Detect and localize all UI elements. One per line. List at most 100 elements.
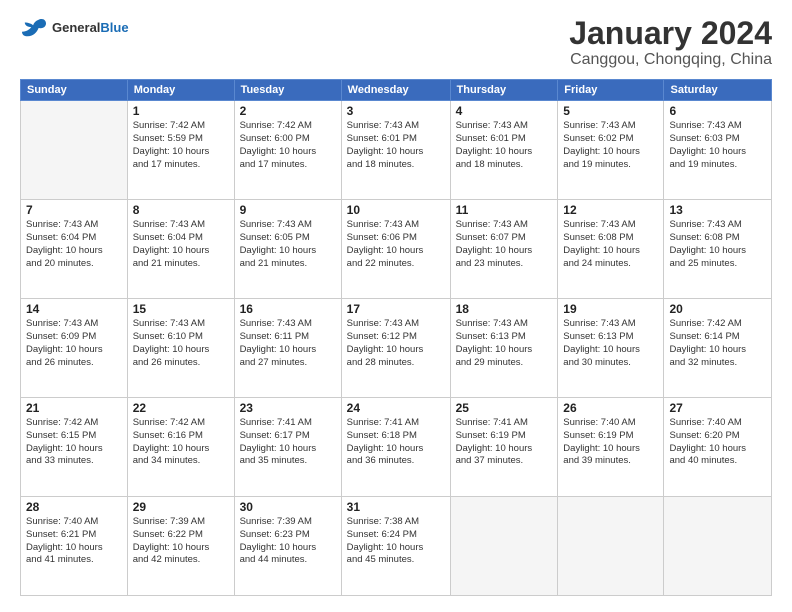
day-info: Sunrise: 7:43 AM Sunset: 6:03 PM Dayligh… bbox=[669, 120, 766, 171]
day-number: 30 bbox=[240, 500, 336, 514]
table-row: 27Sunrise: 7:40 AM Sunset: 6:20 PM Dayli… bbox=[664, 398, 772, 497]
table-row: 23Sunrise: 7:41 AM Sunset: 6:17 PM Dayli… bbox=[234, 398, 341, 497]
day-info: Sunrise: 7:43 AM Sunset: 6:09 PM Dayligh… bbox=[26, 318, 122, 369]
title-block: January 2024 Canggou, Chongqing, China bbox=[569, 16, 772, 69]
day-info: Sunrise: 7:43 AM Sunset: 6:06 PM Dayligh… bbox=[347, 219, 445, 270]
day-info: Sunrise: 7:42 AM Sunset: 6:16 PM Dayligh… bbox=[133, 417, 229, 468]
day-info: Sunrise: 7:41 AM Sunset: 6:19 PM Dayligh… bbox=[456, 417, 553, 468]
table-row: 12 Sunrise: 7:43 AM Sunset: 6:08 PM Dayli… bbox=[558, 200, 664, 299]
table-row: 15 Sunrise: 7:43 AM Sunset: 6:10 PM Dayli… bbox=[127, 299, 234, 398]
logo: GeneralBlue bbox=[20, 16, 129, 40]
table-row: 17Sunrise: 7:43 AM Sunset: 6:12 PM Dayli… bbox=[341, 299, 450, 398]
day-number: 4 bbox=[456, 104, 553, 118]
table-row: 11 Sunrise: 7:43 AM Sunset: 6:07 PM Dayli… bbox=[450, 200, 558, 299]
table-row: 29 Sunrise: 7:39 AM Sunset: 6:22 PM Dayli… bbox=[127, 497, 234, 596]
day-info: Sunrise: 7:43 AM Sunset: 6:04 PM Dayligh… bbox=[26, 219, 122, 270]
table-row: 25 Sunrise: 7:41 AM Sunset: 6:19 PM Dayli… bbox=[450, 398, 558, 497]
day-number: 10 bbox=[347, 203, 445, 217]
day-number: 1 bbox=[133, 104, 229, 118]
day-number: 16 bbox=[240, 302, 336, 316]
table-row: 5 Sunrise: 7:43 AM Sunset: 6:02 PM Daylig… bbox=[558, 101, 664, 200]
calendar-week-3: 14 Sunrise: 7:43 AM Sunset: 6:09 PM Dayli… bbox=[21, 299, 772, 398]
day-number: 24 bbox=[347, 401, 445, 415]
day-info: Sunrise: 7:43 AM Sunset: 6:01 PM Dayligh… bbox=[347, 120, 445, 171]
day-number: 3 bbox=[347, 104, 445, 118]
table-row: 19 Sunrise: 7:43 AM Sunset: 6:13 PM Dayli… bbox=[558, 299, 664, 398]
logo-text: GeneralBlue bbox=[52, 20, 129, 36]
day-number: 31 bbox=[347, 500, 445, 514]
col-thursday: Thursday bbox=[450, 80, 558, 101]
table-row: 31 Sunrise: 7:38 AM Sunset: 6:24 PM Dayli… bbox=[341, 497, 450, 596]
col-tuesday: Tuesday bbox=[234, 80, 341, 101]
col-saturday: Saturday bbox=[664, 80, 772, 101]
col-sunday: Sunday bbox=[21, 80, 128, 101]
table-row: 4Sunrise: 7:43 AM Sunset: 6:01 PM Daylig… bbox=[450, 101, 558, 200]
month-title: January 2024 bbox=[569, 16, 772, 51]
col-friday: Friday bbox=[558, 80, 664, 101]
day-info: Sunrise: 7:42 AM Sunset: 5:59 PM Dayligh… bbox=[133, 120, 229, 171]
calendar-week-5: 28Sunrise: 7:40 AM Sunset: 6:21 PM Dayli… bbox=[21, 497, 772, 596]
day-info: Sunrise: 7:38 AM Sunset: 6:24 PM Dayligh… bbox=[347, 516, 445, 567]
day-info: Sunrise: 7:43 AM Sunset: 6:08 PM Dayligh… bbox=[669, 219, 766, 270]
day-info: Sunrise: 7:43 AM Sunset: 6:02 PM Dayligh… bbox=[563, 120, 658, 171]
table-row: 28Sunrise: 7:40 AM Sunset: 6:21 PM Dayli… bbox=[21, 497, 128, 596]
day-info: Sunrise: 7:42 AM Sunset: 6:00 PM Dayligh… bbox=[240, 120, 336, 171]
day-info: Sunrise: 7:43 AM Sunset: 6:13 PM Dayligh… bbox=[563, 318, 658, 369]
table-row: 9 Sunrise: 7:43 AM Sunset: 6:05 PM Daylig… bbox=[234, 200, 341, 299]
day-number: 9 bbox=[240, 203, 336, 217]
day-info: Sunrise: 7:43 AM Sunset: 6:08 PM Dayligh… bbox=[563, 219, 658, 270]
day-number: 21 bbox=[26, 401, 122, 415]
day-info: Sunrise: 7:39 AM Sunset: 6:22 PM Dayligh… bbox=[133, 516, 229, 567]
day-number: 13 bbox=[669, 203, 766, 217]
day-info: Sunrise: 7:43 AM Sunset: 6:12 PM Dayligh… bbox=[347, 318, 445, 369]
day-info: Sunrise: 7:43 AM Sunset: 6:04 PM Dayligh… bbox=[133, 219, 229, 270]
day-number: 25 bbox=[456, 401, 553, 415]
logo-icon bbox=[20, 16, 48, 40]
col-wednesday: Wednesday bbox=[341, 80, 450, 101]
day-info: Sunrise: 7:43 AM Sunset: 6:05 PM Dayligh… bbox=[240, 219, 336, 270]
day-number: 12 bbox=[563, 203, 658, 217]
table-row: 24 Sunrise: 7:41 AM Sunset: 6:18 PM Dayli… bbox=[341, 398, 450, 497]
day-number: 7 bbox=[26, 203, 122, 217]
table-row bbox=[450, 497, 558, 596]
table-row: 7 Sunrise: 7:43 AM Sunset: 6:04 PM Daylig… bbox=[21, 200, 128, 299]
day-number: 11 bbox=[456, 203, 553, 217]
day-number: 18 bbox=[456, 302, 553, 316]
location: Canggou, Chongqing, China bbox=[569, 51, 772, 69]
day-info: Sunrise: 7:40 AM Sunset: 6:20 PM Dayligh… bbox=[669, 417, 766, 468]
day-number: 5 bbox=[563, 104, 658, 118]
calendar-week-2: 7 Sunrise: 7:43 AM Sunset: 6:04 PM Daylig… bbox=[21, 200, 772, 299]
day-number: 19 bbox=[563, 302, 658, 316]
day-info: Sunrise: 7:41 AM Sunset: 6:18 PM Dayligh… bbox=[347, 417, 445, 468]
day-info: Sunrise: 7:43 AM Sunset: 6:10 PM Dayligh… bbox=[133, 318, 229, 369]
day-info: Sunrise: 7:39 AM Sunset: 6:23 PM Dayligh… bbox=[240, 516, 336, 567]
table-row: 22 Sunrise: 7:42 AM Sunset: 6:16 PM Dayli… bbox=[127, 398, 234, 497]
day-number: 22 bbox=[133, 401, 229, 415]
table-row: 18 Sunrise: 7:43 AM Sunset: 6:13 PM Dayli… bbox=[450, 299, 558, 398]
day-number: 2 bbox=[240, 104, 336, 118]
day-number: 8 bbox=[133, 203, 229, 217]
table-row: 30 Sunrise: 7:39 AM Sunset: 6:23 PM Dayli… bbox=[234, 497, 341, 596]
table-row: 8 Sunrise: 7:43 AM Sunset: 6:04 PM Daylig… bbox=[127, 200, 234, 299]
day-number: 15 bbox=[133, 302, 229, 316]
calendar-week-4: 21Sunrise: 7:42 AM Sunset: 6:15 PM Dayli… bbox=[21, 398, 772, 497]
day-info: Sunrise: 7:43 AM Sunset: 6:07 PM Dayligh… bbox=[456, 219, 553, 270]
calendar-table: Sunday Monday Tuesday Wednesday Thursday… bbox=[20, 79, 772, 596]
table-row bbox=[664, 497, 772, 596]
calendar-week-1: 1 Sunrise: 7:42 AM Sunset: 5:59 PM Daylig… bbox=[21, 101, 772, 200]
day-info: Sunrise: 7:40 AM Sunset: 6:19 PM Dayligh… bbox=[563, 417, 658, 468]
header: GeneralBlue January 2024 Canggou, Chongq… bbox=[20, 16, 772, 69]
day-info: Sunrise: 7:41 AM Sunset: 6:17 PM Dayligh… bbox=[240, 417, 336, 468]
table-row: 1 Sunrise: 7:42 AM Sunset: 5:59 PM Daylig… bbox=[127, 101, 234, 200]
day-info: Sunrise: 7:43 AM Sunset: 6:13 PM Dayligh… bbox=[456, 318, 553, 369]
day-number: 6 bbox=[669, 104, 766, 118]
table-row bbox=[558, 497, 664, 596]
table-row: 16 Sunrise: 7:43 AM Sunset: 6:11 PM Dayli… bbox=[234, 299, 341, 398]
col-monday: Monday bbox=[127, 80, 234, 101]
day-info: Sunrise: 7:40 AM Sunset: 6:21 PM Dayligh… bbox=[26, 516, 122, 567]
table-row: 13 Sunrise: 7:43 AM Sunset: 6:08 PM Dayli… bbox=[664, 200, 772, 299]
table-row: 10 Sunrise: 7:43 AM Sunset: 6:06 PM Dayli… bbox=[341, 200, 450, 299]
day-number: 29 bbox=[133, 500, 229, 514]
day-info: Sunrise: 7:43 AM Sunset: 6:11 PM Dayligh… bbox=[240, 318, 336, 369]
day-number: 14 bbox=[26, 302, 122, 316]
